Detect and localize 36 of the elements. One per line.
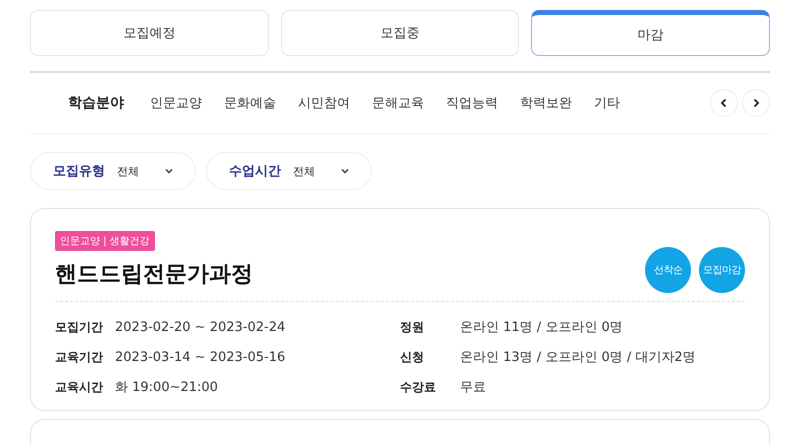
chevron-right-icon bbox=[751, 98, 761, 108]
category-link[interactable]: 인문교양 bbox=[150, 94, 202, 112]
filter-dropdown[interactable]: 모집유형 전체 bbox=[30, 152, 196, 190]
detail-value: 2023-03-14 ~ 2023-05-16 bbox=[115, 350, 286, 364]
detail-value: 2023-02-20 ~ 2023-02-24 bbox=[115, 320, 286, 334]
detail-label: 신청 bbox=[400, 348, 425, 366]
category-label: 학습분야 bbox=[68, 94, 124, 112]
detail-value: 온라인 13명 / 오프라인 0명 / 대기자2명 bbox=[460, 349, 696, 366]
category-link[interactable]: 직업능력 bbox=[446, 94, 498, 112]
detail-label: 교육기간 bbox=[55, 348, 104, 366]
category-link[interactable]: 시민참여 bbox=[298, 94, 350, 112]
category-tag: 인문교양 | 생활건강 bbox=[55, 231, 155, 251]
filter-dropdown[interactable]: 수업시간 전체 bbox=[206, 152, 372, 190]
detail-value: 온라인 11명 / 오프라인 0명 bbox=[460, 319, 623, 336]
category-link[interactable]: 기타 bbox=[594, 94, 620, 112]
status-badge: 선착순 bbox=[645, 247, 691, 293]
detail-value: 무료 bbox=[460, 379, 486, 396]
category-link[interactable]: 문화예술 bbox=[224, 94, 276, 112]
chevron-down-icon bbox=[165, 168, 173, 174]
detail-label: 모집기간 bbox=[55, 318, 104, 336]
course-card[interactable]: 인문교양 | 생활건강 핸드드립전문가과정 선착순 모집마감 모집기간 2023-02-20 ~ 2023-02-24 정원 온라인 11명 / 오프라인 0명 교육기간 2023-03-14 ~ 2023-05-16 신청 온라인 13명 / 오프라인 0명 / 대기자2명 교육시간 화 19:00~21:00 수강료 무료 bbox=[30, 208, 770, 411]
detail-label: 교육시간 bbox=[55, 378, 104, 396]
status-tab[interactable]: 모집중 bbox=[280, 10, 520, 56]
detail-value: 화 19:00~21:00 bbox=[115, 379, 218, 396]
status-tab[interactable]: 모집예정 bbox=[30, 10, 269, 56]
previous-button[interactable] bbox=[710, 89, 738, 117]
chevron-down-icon bbox=[341, 168, 349, 174]
status-tab[interactable]: 마감 bbox=[531, 10, 770, 56]
category-link[interactable]: 학력보완 bbox=[520, 94, 572, 112]
next-button[interactable] bbox=[742, 89, 770, 117]
detail-label: 수강료 bbox=[400, 378, 437, 396]
course-title: 핸드드립전문가과정 bbox=[55, 261, 253, 289]
status-badge: 모집마감 bbox=[699, 247, 745, 293]
category-link[interactable]: 문해교육 bbox=[372, 94, 424, 112]
chevron-left-icon bbox=[719, 98, 729, 108]
detail-label: 정원 bbox=[400, 318, 425, 336]
